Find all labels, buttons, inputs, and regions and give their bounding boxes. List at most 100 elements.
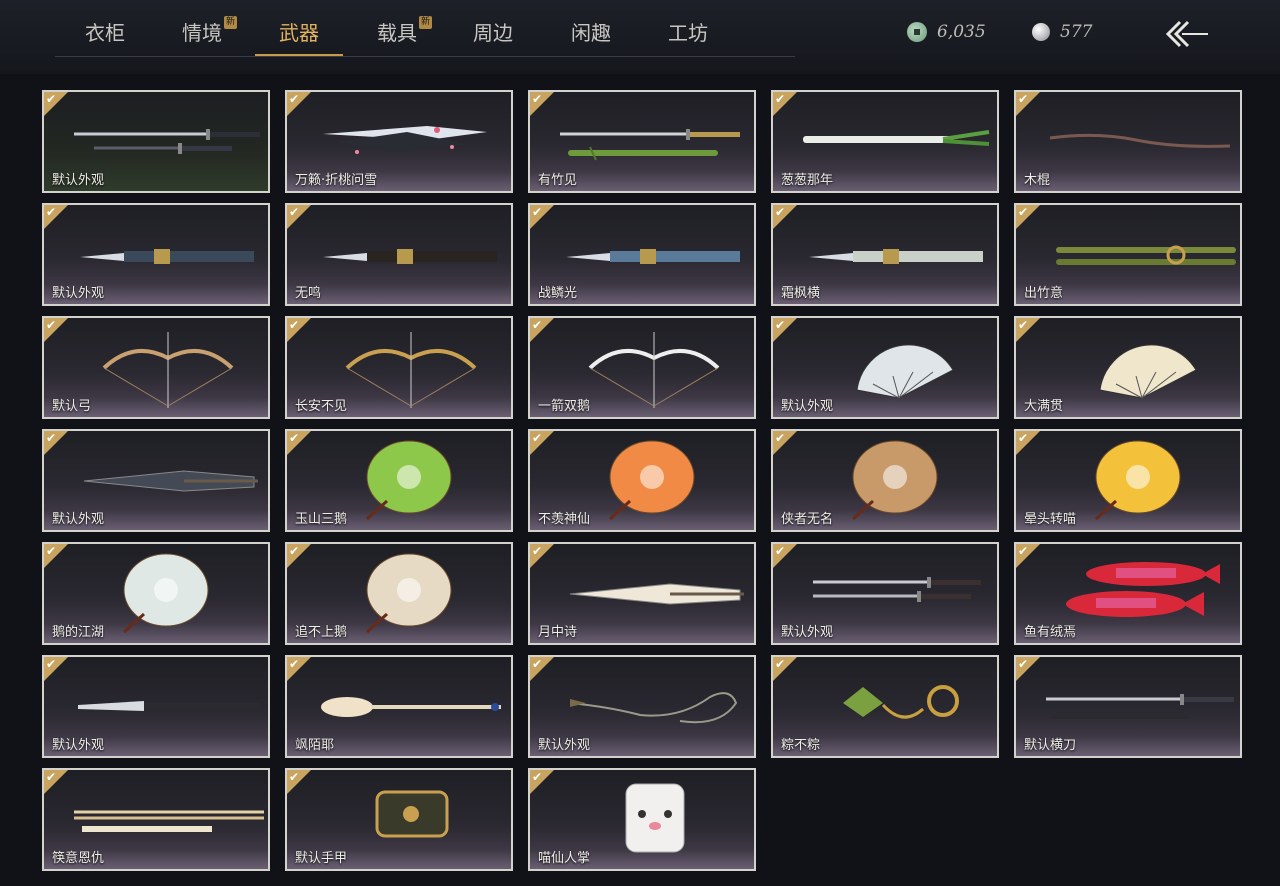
tab-4[interactable]: 周边 <box>445 12 541 54</box>
weapon-skin-card[interactable]: ✔ 有竹见 <box>528 90 756 193</box>
weapon-skin-card[interactable]: ✔ 葱葱那年 <box>771 90 999 193</box>
weapon-skin-card[interactable]: ✔ 默认横刀 <box>1014 655 1242 758</box>
check-icon: ✔ <box>289 318 300 332</box>
tab-5[interactable]: 闲趣 <box>543 12 639 54</box>
check-icon: ✔ <box>532 431 543 445</box>
weapon-skin-card[interactable]: ✔ 粽不粽 <box>771 655 999 758</box>
weapon-skin-card[interactable]: ✔ 默认外观 <box>771 316 999 419</box>
check-icon: ✔ <box>775 431 786 445</box>
check-icon: ✔ <box>532 318 543 332</box>
weapon-skin-card[interactable]: ✔ 默认外观 <box>528 655 756 758</box>
check-icon: ✔ <box>1018 544 1029 558</box>
skin-name: 筷意恩仇 <box>52 851 105 866</box>
skin-name: 鱼有绒焉 <box>1024 625 1077 640</box>
skin-name: 默认外观 <box>52 173 105 188</box>
weapon-skin-card[interactable]: ✔ 玉山三鹅 <box>285 429 513 532</box>
weapon-skin-card[interactable]: ✔ 无鸣 <box>285 203 513 306</box>
check-icon: ✔ <box>532 657 543 671</box>
weapon-skin-card[interactable]: ✔ 霜枫横 <box>771 203 999 306</box>
skin-name: 侠者无名 <box>781 512 834 527</box>
skin-name: 鹅的江湖 <box>52 625 105 640</box>
weapon-skin-card[interactable]: ✔ 飒陌耶 <box>285 655 513 758</box>
check-icon: ✔ <box>289 657 300 671</box>
weapon-skin-card[interactable]: ✔ 战鳞光 <box>528 203 756 306</box>
skin-name: 出竹意 <box>1024 286 1064 301</box>
tab-label: 情境 <box>182 21 222 45</box>
weapon-skin-card[interactable]: ✔ 默认外观 <box>771 542 999 645</box>
skin-name: 默认外观 <box>538 738 591 753</box>
skin-name: 木棍 <box>1024 173 1051 188</box>
weapon-skin-card[interactable]: ✔ 长安不见 <box>285 316 513 419</box>
check-icon: ✔ <box>289 205 300 219</box>
check-icon: ✔ <box>46 770 57 784</box>
skin-name: 大满贯 <box>1024 399 1064 414</box>
weapon-skin-card[interactable]: ✔ 一箭双鹅 <box>528 316 756 419</box>
skin-name: 默认弓 <box>52 399 92 414</box>
weapon-skin-card[interactable]: ✔ 出竹意 <box>1014 203 1242 306</box>
skin-name: 喵仙人掌 <box>538 851 591 866</box>
category-tabs: 衣柜 情境新武器 载具新周边 闲趣 工坊 <box>55 12 795 57</box>
check-icon: ✔ <box>1018 431 1029 445</box>
check-icon: ✔ <box>1018 657 1029 671</box>
weapon-skin-card[interactable]: ✔ 鹅的江湖 <box>42 542 270 645</box>
tab-label: 武器 <box>279 21 319 45</box>
weapon-skin-card[interactable]: ✔ 筷意恩仇 <box>42 768 270 871</box>
tab-label: 周边 <box>473 21 513 45</box>
check-icon: ✔ <box>289 92 300 106</box>
weapon-skin-card[interactable]: ✔ 大满贯 <box>1014 316 1242 419</box>
skin-name: 默认手甲 <box>295 851 348 866</box>
pearl-icon <box>1032 23 1050 41</box>
tab-2[interactable]: 武器 <box>251 12 347 56</box>
weapon-skin-card[interactable]: ✔ 万籁·折桃问雪 <box>285 90 513 193</box>
check-icon: ✔ <box>46 431 57 445</box>
weapon-skin-card[interactable]: ✔ 默认外观 <box>42 203 270 306</box>
weapon-skin-card[interactable]: ✔ 侠者无名 <box>771 429 999 532</box>
new-badge: 新 <box>419 16 432 29</box>
skin-name: 一箭双鹅 <box>538 399 591 414</box>
tab-6[interactable]: 工坊 <box>640 12 736 54</box>
check-icon: ✔ <box>46 544 57 558</box>
skin-name: 霜枫横 <box>781 286 821 301</box>
tab-0[interactable]: 衣柜 <box>57 12 153 54</box>
skin-name: 葱葱那年 <box>781 173 834 188</box>
skin-name: 默认外观 <box>52 512 105 527</box>
weapon-skin-card[interactable]: ✔ 木棍 <box>1014 90 1242 193</box>
skin-name: 默认外观 <box>781 625 834 640</box>
weapon-skin-card[interactable]: ✔ 月中诗 <box>528 542 756 645</box>
skin-name: 默认外观 <box>781 399 834 414</box>
skin-name: 战鳞光 <box>538 286 578 301</box>
pearl-currency: 577 <box>1032 18 1092 46</box>
check-icon: ✔ <box>775 657 786 671</box>
skin-name: 默认横刀 <box>1024 738 1077 753</box>
weapon-skin-card[interactable]: ✔ 默认外观 <box>42 90 270 193</box>
weapon-skin-card[interactable]: ✔ 喵仙人掌 <box>528 768 756 871</box>
check-icon: ✔ <box>775 205 786 219</box>
tab-1[interactable]: 情境新 <box>154 12 250 54</box>
check-icon: ✔ <box>46 657 57 671</box>
jade-coin-icon <box>907 22 927 42</box>
check-icon: ✔ <box>1018 318 1029 332</box>
check-icon: ✔ <box>289 544 300 558</box>
tab-3[interactable]: 载具新 <box>349 12 445 54</box>
weapon-skin-card[interactable]: ✔ 默认外观 <box>42 429 270 532</box>
skin-name: 无鸣 <box>295 286 322 301</box>
weapon-skin-card[interactable]: ✔ 默认弓 <box>42 316 270 419</box>
check-icon: ✔ <box>1018 205 1029 219</box>
skin-name: 默认外观 <box>52 738 105 753</box>
tab-label: 载具 <box>377 21 417 45</box>
jade-currency: 6,035 <box>907 18 986 46</box>
weapon-skin-card[interactable]: ✔ 不羡神仙 <box>528 429 756 532</box>
new-badge: 新 <box>224 16 237 29</box>
back-button[interactable] <box>1162 16 1212 52</box>
weapon-skin-card[interactable]: ✔ 追不上鹅 <box>285 542 513 645</box>
check-icon: ✔ <box>46 205 57 219</box>
check-icon: ✔ <box>775 544 786 558</box>
weapon-skin-card[interactable]: ✔ 晕头转喵 <box>1014 429 1242 532</box>
skin-name: 默认外观 <box>52 286 105 301</box>
check-icon: ✔ <box>1018 92 1029 106</box>
skin-name: 月中诗 <box>538 625 578 640</box>
tab-label: 衣柜 <box>85 21 125 45</box>
weapon-skin-card[interactable]: ✔ 默认外观 <box>42 655 270 758</box>
weapon-skin-card[interactable]: ✔ 默认手甲 <box>285 768 513 871</box>
weapon-skin-card[interactable]: ✔ 鱼有绒焉 <box>1014 542 1242 645</box>
